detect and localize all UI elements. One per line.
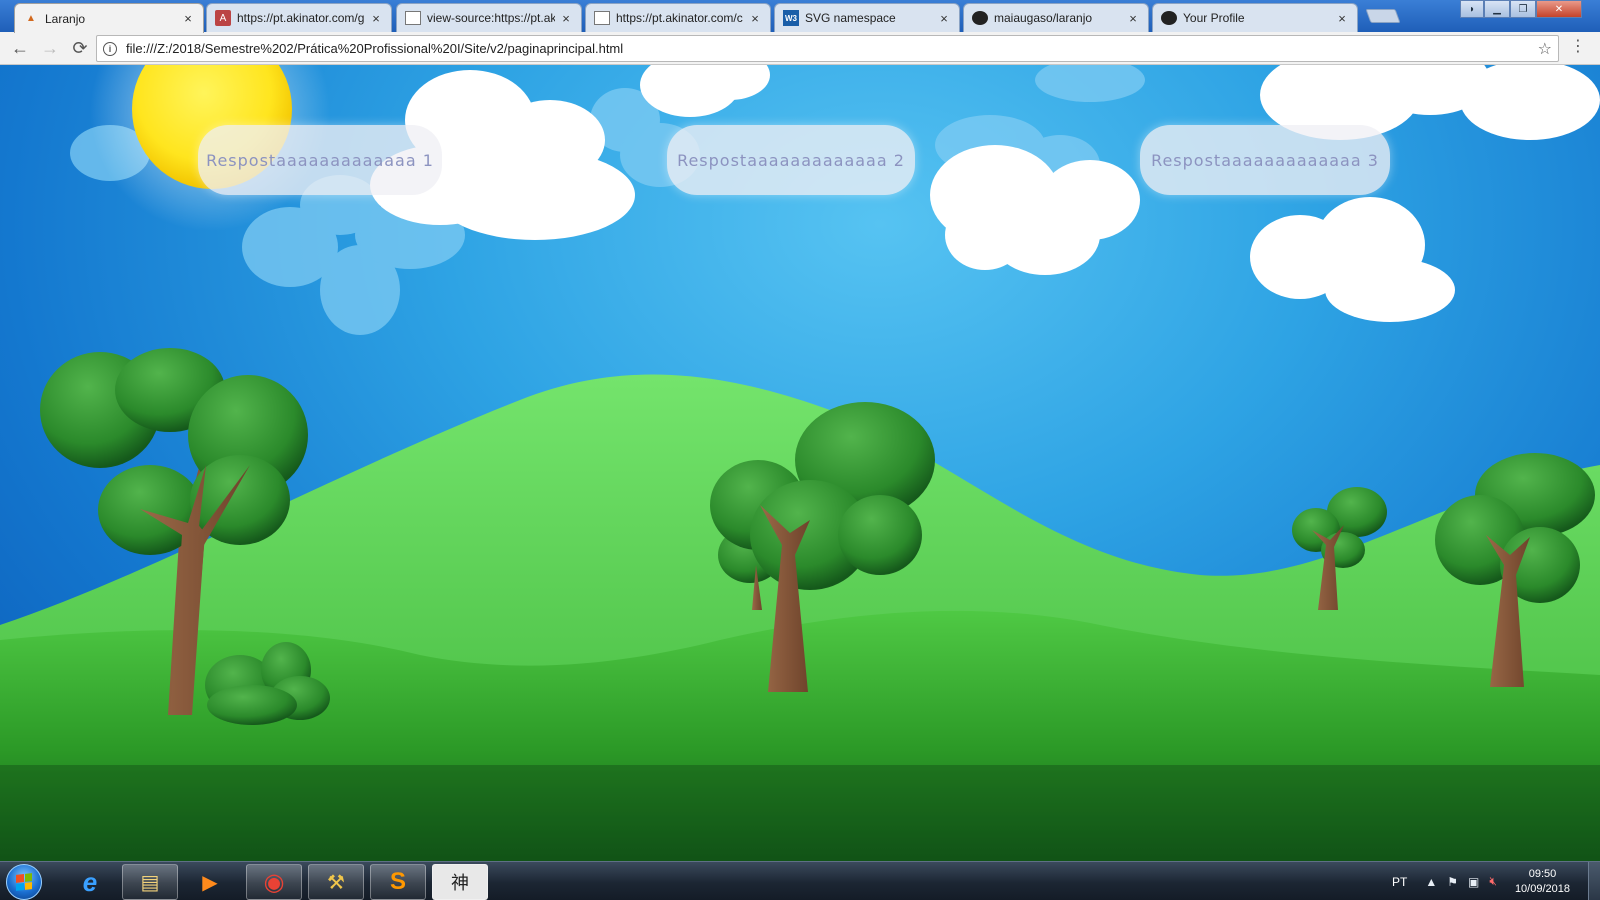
volume-muted-icon[interactable]: 🔇︎ xyxy=(1489,874,1497,889)
tab-github-repo[interactable]: maiaugaso/laranjo × xyxy=(963,3,1149,32)
answer-button-3[interactable]: Respostaaaaaaaaaaaaa 3 xyxy=(1140,125,1390,195)
answer-button-1[interactable]: Respostaaaaaaaaaaaaa 1 xyxy=(198,125,442,195)
page-viewport: Respostaaaaaaaaaaaaa 1 Respostaaaaaaaaaa… xyxy=(0,65,1600,861)
show-desktop-button[interactable] xyxy=(1588,862,1600,900)
clock-time: 09:50 xyxy=(1528,867,1557,880)
orange-tree-icon: ▲ xyxy=(26,13,36,24)
browser-menu-icon[interactable]: ⋮ xyxy=(1570,36,1586,56)
github-icon xyxy=(1161,11,1177,25)
action-center-flag-icon[interactable]: ⚑ xyxy=(1447,875,1458,889)
akinator-icon: A xyxy=(215,10,231,26)
tools-icon[interactable]: ⚒ xyxy=(308,864,364,900)
show-hidden-icons-icon[interactable]: ▲ xyxy=(1425,875,1437,889)
close-window-button[interactable]: ✕ xyxy=(1536,0,1582,18)
tab-akinator-css[interactable]: https://pt.akinator.com/c × xyxy=(585,3,771,32)
address-url[interactable]: file:///Z:/2018/Semestre%202/Prática%20P… xyxy=(126,41,623,56)
tab-view-source[interactable]: view-source:https://pt.ak × xyxy=(396,3,582,32)
bookmark-star-icon[interactable]: ☆ xyxy=(1538,39,1552,59)
taskbar: e ▤ ▶ ◉ ⚒ S 神 PT ▲ ⚑ ▣ 🔇︎ 09:50 10/09/20… xyxy=(0,861,1600,900)
tab-laranjo[interactable]: ▲ Laranjo × xyxy=(14,3,204,33)
tab-close-icon[interactable]: × xyxy=(559,11,573,26)
github-icon xyxy=(972,11,988,25)
white-clouds xyxy=(370,65,1600,322)
page-icon xyxy=(594,11,610,25)
page-icon xyxy=(405,11,421,25)
w3c-icon: W3 xyxy=(783,10,799,26)
minimize-button[interactable]: ▁ xyxy=(1484,0,1510,18)
tab-title: maiaugaso/laranjo xyxy=(994,11,1093,25)
cloud-right-lower xyxy=(1250,197,1455,322)
tab-close-icon[interactable]: × xyxy=(181,11,195,26)
maximize-button[interactable]: ❐ xyxy=(1510,0,1536,18)
user-icon[interactable]: ◗ xyxy=(1460,0,1484,18)
tab-akinator-game[interactable]: A https://pt.akinator.com/g × xyxy=(206,3,392,32)
tab-title: view-source:https://pt.ak xyxy=(427,11,555,25)
tab-strip: ▲ Laranjo × A https://pt.akinator.com/g … xyxy=(0,0,1600,33)
tab-close-icon[interactable]: × xyxy=(937,11,951,26)
tab-github-profile[interactable]: Your Profile × xyxy=(1152,3,1358,32)
tab-title: https://pt.akinator.com/c xyxy=(616,11,743,25)
media-player-icon[interactable]: ▶ xyxy=(182,864,238,900)
clock-date: 10/09/2018 xyxy=(1514,882,1570,895)
reload-button[interactable]: ⟳ xyxy=(66,34,94,62)
kanji-app-icon[interactable]: 神 xyxy=(432,864,488,900)
sublime-text-icon[interactable]: S xyxy=(370,864,426,900)
tab-title: https://pt.akinator.com/g xyxy=(237,11,365,25)
chrome-icon[interactable]: ◉ xyxy=(246,864,302,900)
answer-button-2[interactable]: Respostaaaaaaaaaaaaa 2 xyxy=(667,125,915,195)
system-tray: PT ▲ ⚑ ▣ 🔇︎ 09:50 10/09/2018 xyxy=(1392,862,1600,900)
forward-button[interactable]: → xyxy=(36,34,64,62)
cloud-right-center xyxy=(930,145,1140,275)
start-button[interactable] xyxy=(6,864,42,900)
tab-title: Laranjo xyxy=(45,11,86,26)
tab-close-icon[interactable]: × xyxy=(1126,11,1140,26)
window-controls: ◗ ▁ ❐ ✕ xyxy=(1460,0,1582,18)
browser-toolbar: ← → ⟳ i file:///Z:/2018/Semestre%202/Prá… xyxy=(0,32,1600,65)
tab-close-icon[interactable]: × xyxy=(1335,11,1349,26)
file-explorer-icon[interactable]: ▤ xyxy=(122,864,178,900)
tab-close-icon[interactable]: × xyxy=(369,11,383,26)
system-clock[interactable]: 09:50 10/09/2018 xyxy=(1515,867,1570,897)
tab-title: SVG namespace xyxy=(805,11,896,25)
info-icon[interactable]: i xyxy=(103,41,117,56)
bottom-shadow xyxy=(0,765,1600,861)
language-indicator[interactable]: PT xyxy=(1392,875,1407,889)
tab-close-icon[interactable]: × xyxy=(748,11,762,26)
new-tab-button[interactable] xyxy=(1365,9,1401,23)
tab-title: Your Profile xyxy=(1183,11,1245,25)
windows-logo-icon xyxy=(16,873,32,891)
tab-svg-namespace[interactable]: W3 SVG namespace × xyxy=(774,3,960,32)
address-bar[interactable]: i file:///Z:/2018/Semestre%202/Prática%2… xyxy=(96,35,1559,62)
cloud-top-center xyxy=(640,65,770,117)
back-button[interactable]: ← xyxy=(6,34,34,62)
internet-explorer-icon[interactable]: e xyxy=(62,864,118,900)
network-icon[interactable]: ▣ xyxy=(1468,875,1479,889)
